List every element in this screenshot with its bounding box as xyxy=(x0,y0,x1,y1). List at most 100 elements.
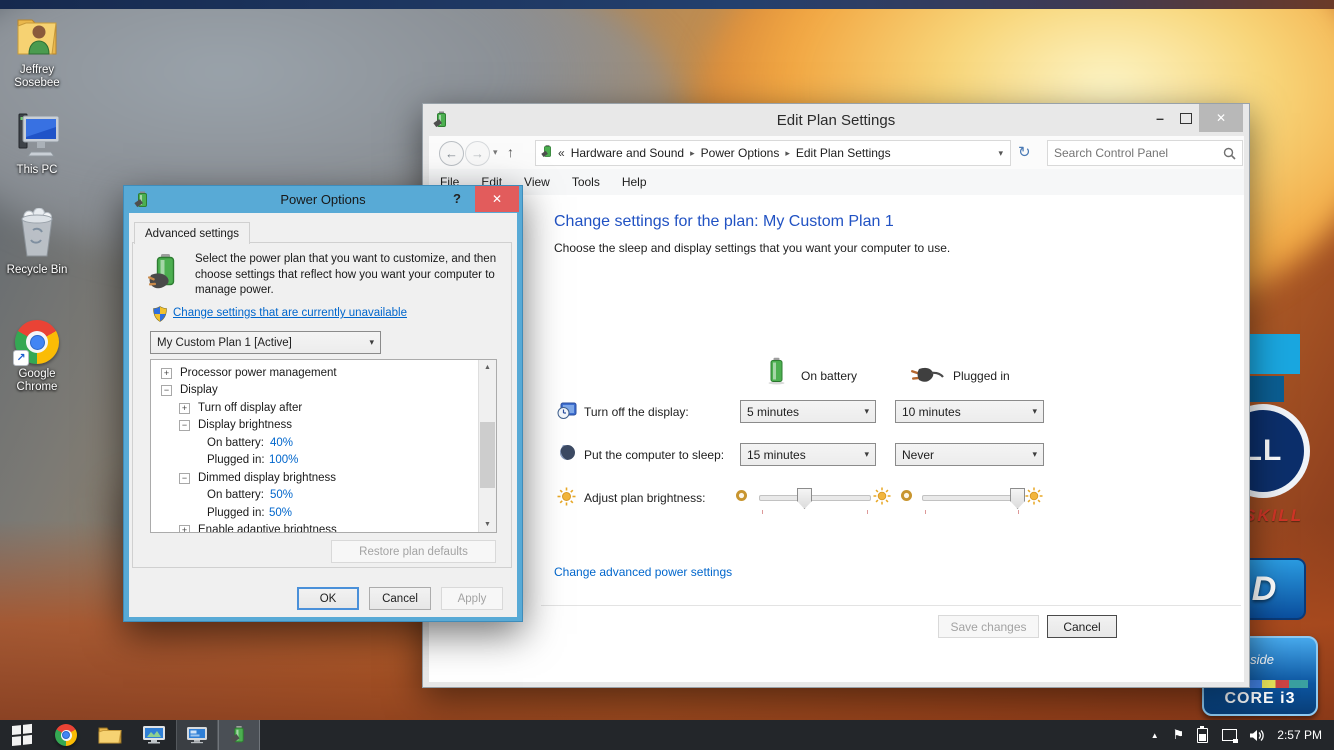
start-button[interactable] xyxy=(0,720,44,750)
tree-scrollbar[interactable]: ▲ ▼ xyxy=(478,360,496,532)
tree-expander-icon[interactable]: + xyxy=(179,403,190,414)
advanced-settings-tree: + Processor power management − Display +… xyxy=(150,359,497,533)
folder-icon xyxy=(98,725,122,745)
title-bar[interactable]: Edit Plan Settings – ✕ xyxy=(423,104,1249,136)
slider-thumb[interactable] xyxy=(797,488,812,509)
scrollbar-thumb[interactable] xyxy=(480,422,495,488)
sleep-plugged-in-select[interactable]: Never ▾ xyxy=(895,443,1044,466)
chrome-icon: ↗ xyxy=(0,312,74,364)
ok-button[interactable]: OK xyxy=(297,587,359,610)
tree-expander-icon[interactable]: − xyxy=(161,385,172,396)
window-content: Change settings for the plan: My Custom … xyxy=(429,195,1244,682)
help-button[interactable]: ? xyxy=(453,191,461,206)
taskbar-file-explorer-button[interactable] xyxy=(88,720,132,750)
breadcrumb-separator-icon: ▸ xyxy=(690,148,695,159)
back-button[interactable]: ← xyxy=(439,141,464,166)
tree-expander-icon[interactable]: + xyxy=(161,368,172,379)
tree-expander-icon[interactable]: − xyxy=(179,420,190,431)
advanced-power-settings-link[interactable]: Change advanced power settings xyxy=(554,565,732,579)
show-hidden-icons-chevron[interactable]: ▲ xyxy=(1151,731,1159,740)
change-unavailable-settings-link[interactable]: Change settings that are currently unava… xyxy=(173,307,407,319)
slider-thumb[interactable] xyxy=(1010,488,1025,509)
taskbar-clock[interactable]: 2:57 PM xyxy=(1277,728,1322,742)
desktop-icon-this-pc[interactable]: This PC xyxy=(0,108,74,177)
tree-item-label: Plugged in: xyxy=(207,507,265,519)
tree-expander-icon[interactable]: − xyxy=(179,473,190,484)
plugged-in-header: Plugged in xyxy=(953,369,1010,383)
desktop-icon-user-folder[interactable]: Jeffrey Sosebee xyxy=(0,8,74,90)
tree-item-value[interactable]: 50% xyxy=(270,489,293,501)
power-plan-select[interactable]: My Custom Plan 1 [Active] ▾ xyxy=(150,331,381,354)
tree-item-label: Plugged in: xyxy=(207,454,265,466)
brightness-slider-plugged[interactable] xyxy=(922,495,1022,501)
wallpaper-logo-squares xyxy=(1246,334,1300,404)
recent-pages-caret[interactable]: ▾ xyxy=(493,147,498,158)
scroll-down-icon[interactable]: ▼ xyxy=(479,521,496,528)
taskbar-power-options-button[interactable] xyxy=(218,720,260,750)
breadcrumb-item[interactable]: Edit Plan Settings xyxy=(796,146,891,160)
breadcrumb-item[interactable]: Power Options xyxy=(701,146,780,160)
search-icon[interactable] xyxy=(1223,147,1236,160)
desktop-icon-recycle-bin[interactable]: Recycle Bin xyxy=(0,208,74,277)
forward-button[interactable]: → xyxy=(465,141,490,166)
select-value: 15 minutes xyxy=(747,448,806,462)
tree-item-value[interactable]: 100% xyxy=(269,454,298,466)
select-value: My Custom Plan 1 [Active] xyxy=(157,337,292,349)
taskbar-chrome-button[interactable] xyxy=(44,720,88,750)
save-changes-button[interactable]: Save changes xyxy=(938,615,1039,638)
address-dropdown-caret[interactable]: ▾ xyxy=(998,148,1003,159)
action-center-flag-icon[interactable]: ⚑ xyxy=(1173,727,1185,743)
desktop-icon-label: Google Chrome xyxy=(0,368,74,394)
cancel-button[interactable]: Cancel xyxy=(1047,615,1117,638)
restore-plan-defaults-button[interactable]: Restore plan defaults xyxy=(331,540,496,563)
desktop-icon-label: This PC xyxy=(0,164,74,177)
page-subtitle: Choose the sleep and display settings th… xyxy=(554,241,950,255)
power-options-dialog: Power Options ? ✕ Advanced settings Sele… xyxy=(123,185,523,622)
bright-brightness-icon xyxy=(1025,487,1043,510)
breadcrumb-item[interactable]: Hardware and Sound xyxy=(571,146,684,160)
display-on-battery-select[interactable]: 5 minutes ▾ xyxy=(740,400,876,423)
tree-item-value[interactable]: 50% xyxy=(269,507,292,519)
up-button[interactable]: ↑ xyxy=(507,144,514,160)
sleep-on-battery-select[interactable]: 15 minutes ▾ xyxy=(740,443,876,466)
minimize-button[interactable]: – xyxy=(1147,110,1173,126)
menu-view[interactable]: View xyxy=(524,175,550,189)
close-button[interactable]: ✕ xyxy=(1199,104,1243,132)
on-battery-header: On battery xyxy=(801,369,857,383)
tray-volume-icon[interactable] xyxy=(1250,729,1265,742)
tree-item-value[interactable]: 40% xyxy=(270,437,293,449)
menu-tools[interactable]: Tools xyxy=(572,175,600,189)
chrome-core xyxy=(30,335,45,350)
logo-square-bottom xyxy=(1246,376,1284,402)
apply-button[interactable]: Apply xyxy=(441,587,503,610)
refresh-button[interactable]: ↻ xyxy=(1018,143,1031,161)
dialog-cancel-button[interactable]: Cancel xyxy=(369,587,431,610)
scroll-up-icon[interactable]: ▲ xyxy=(479,364,496,371)
taskbar-photos-button[interactable] xyxy=(132,720,176,750)
tray-battery-icon[interactable] xyxy=(1197,728,1208,743)
breadcrumb-battery-icon xyxy=(541,144,554,162)
tree-expander-icon[interactable]: + xyxy=(179,525,190,533)
display-clock-icon xyxy=(557,400,577,425)
on-battery-icon xyxy=(767,357,786,390)
tree-item-label: Enable adaptive brightness xyxy=(198,524,337,533)
dialog-title: Power Options xyxy=(124,192,522,207)
breadcrumb[interactable]: « Hardware and Sound ▸ Power Options ▸ E… xyxy=(535,140,1011,166)
uac-shield-icon xyxy=(153,306,167,327)
desktop-icon-google-chrome[interactable]: ↗ Google Chrome xyxy=(0,312,74,394)
tray-network-icon[interactable] xyxy=(1222,729,1237,741)
caption-buttons: – ✕ xyxy=(1147,104,1243,132)
maximize-button[interactable] xyxy=(1173,113,1199,124)
chevron-down-icon: ▾ xyxy=(864,406,869,417)
menu-help[interactable]: Help xyxy=(622,175,647,189)
taskbar-control-panel-button[interactable] xyxy=(176,720,218,750)
breadcrumb-collapsed[interactable]: « xyxy=(558,146,565,160)
display-plugged-in-select[interactable]: 15 minutes 10 minutes ▾ xyxy=(895,400,1044,423)
wd-text: D xyxy=(1252,570,1277,609)
tab-advanced-settings[interactable]: Advanced settings xyxy=(134,222,250,244)
search-box[interactable] xyxy=(1047,140,1243,166)
dialog-close-button[interactable]: ✕ xyxy=(475,186,519,212)
moon-icon xyxy=(559,444,576,466)
search-input[interactable] xyxy=(1048,146,1223,160)
brightness-slider-battery[interactable] xyxy=(759,495,871,501)
